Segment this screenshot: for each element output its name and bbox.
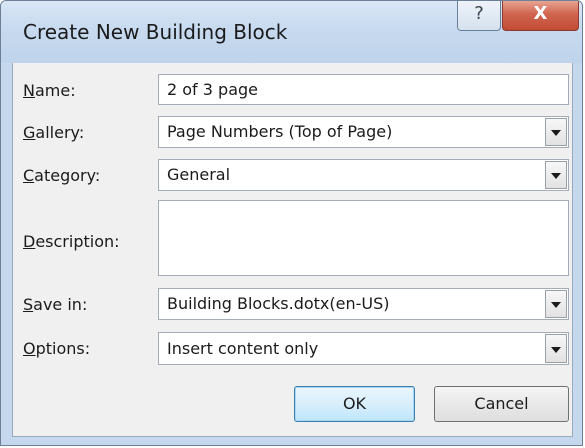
options-value: Insert content only (167, 339, 319, 358)
description-label: Description: (23, 232, 120, 251)
category-label: Category: (23, 166, 101, 185)
dialog-title: Create New Building Block (23, 20, 288, 44)
chevron-down-icon[interactable] (545, 161, 567, 189)
save-in-dropdown[interactable]: Building Blocks.dotx(en-US) (158, 288, 569, 320)
close-button[interactable]: X (502, 1, 579, 31)
description-textarea[interactable] (158, 200, 569, 276)
save-in-value: Building Blocks.dotx(en-US) (167, 294, 390, 313)
name-value: 2 of 3 page (167, 80, 258, 99)
gallery-value: Page Numbers (Top of Page) (167, 122, 393, 141)
help-button[interactable]: ? (457, 1, 501, 31)
close-icon: X (533, 3, 548, 24)
name-field[interactable]: 2 of 3 page (158, 74, 569, 105)
gallery-label: Gallery: (23, 123, 85, 142)
chevron-down-icon[interactable] (545, 118, 567, 146)
help-icon: ? (474, 3, 484, 24)
title-bar: Create New Building Block ? X (1, 1, 582, 63)
name-label: Name: (23, 81, 76, 100)
options-label: Options: (23, 339, 91, 358)
gallery-dropdown[interactable]: Page Numbers (Top of Page) (158, 116, 569, 148)
chevron-down-icon[interactable] (545, 290, 567, 318)
save-in-label: Save in: (23, 295, 88, 314)
options-dropdown[interactable]: Insert content only (158, 332, 569, 365)
ok-button[interactable]: OK (294, 386, 415, 422)
chevron-down-icon[interactable] (545, 334, 567, 363)
category-value: General (167, 165, 231, 184)
category-dropdown[interactable]: General (158, 159, 569, 191)
create-building-block-dialog: Create New Building Block ? X Name: 2 of… (0, 0, 583, 446)
cancel-button[interactable]: Cancel (434, 386, 569, 422)
